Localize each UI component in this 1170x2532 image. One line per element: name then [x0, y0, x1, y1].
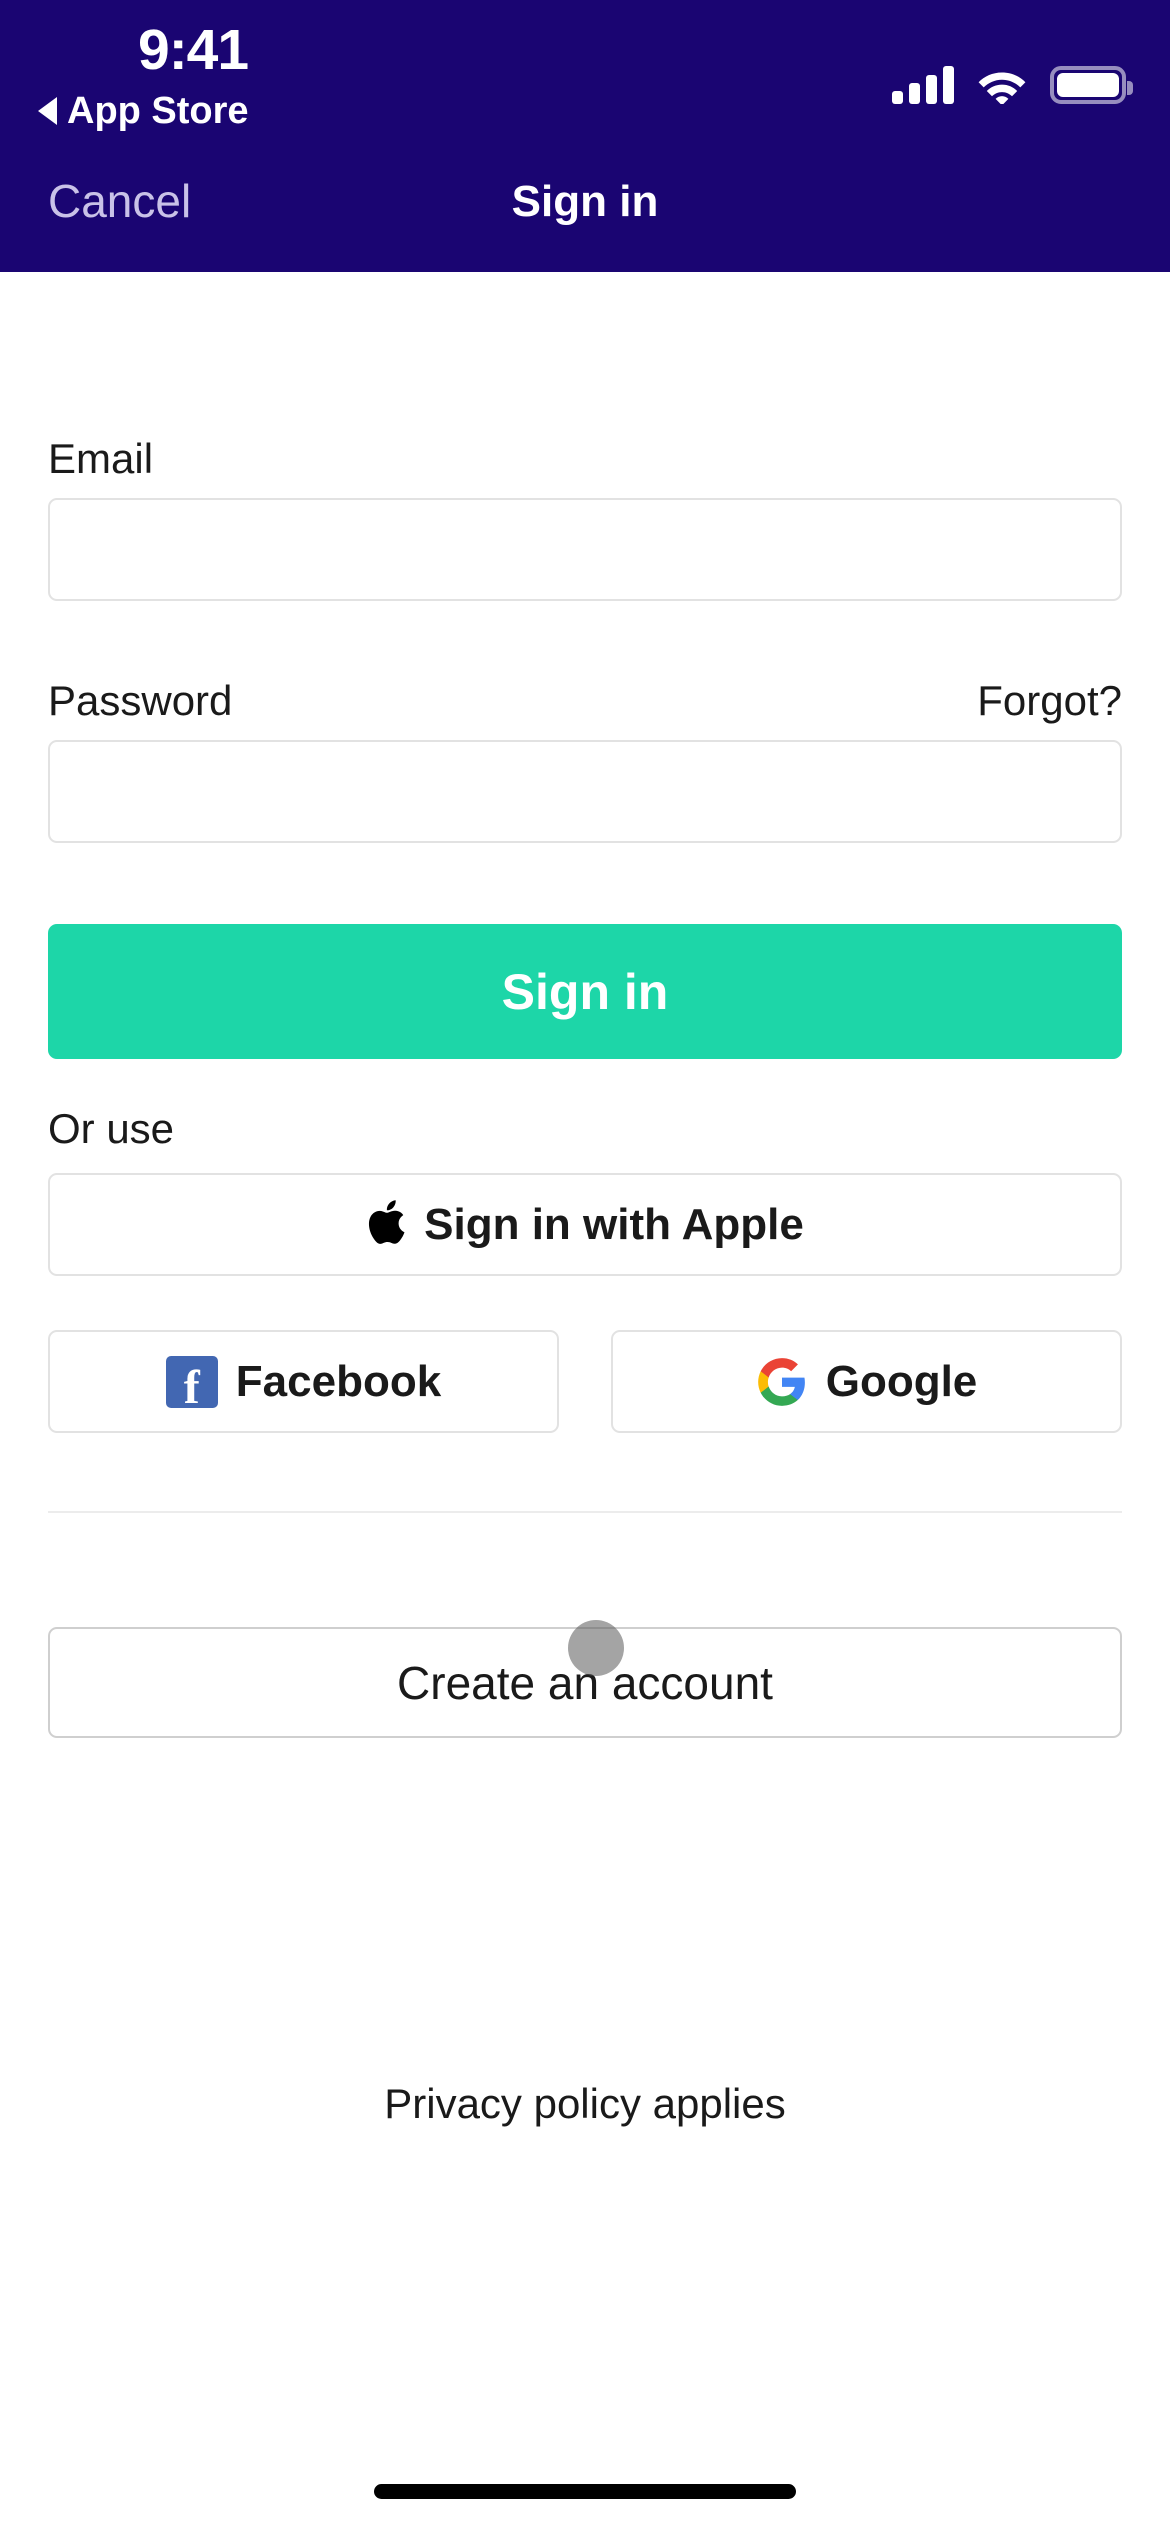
back-app-label: App Store [67, 90, 249, 132]
email-input[interactable] [50, 500, 1120, 599]
phone-screen: 9:41 App Store Cancel Sign in Email Pass… [0, 0, 1170, 2532]
sign-in-with-facebook-button[interactable]: Facebook [48, 1330, 559, 1433]
navy-header: 9:41 App Store Cancel Sign in [0, 0, 1170, 272]
navigation-bar: Cancel Sign in [0, 150, 1170, 272]
apple-button-label: Sign in with Apple [424, 1199, 804, 1249]
battery-full-icon [1050, 66, 1133, 104]
privacy-policy-note: Privacy policy applies [384, 2080, 786, 2127]
forgot-password-link[interactable]: Forgot? [977, 680, 1122, 722]
password-field[interactable] [48, 740, 1122, 843]
google-button-label: Google [825, 1356, 978, 1406]
back-to-app-store-button[interactable]: App Store [38, 92, 249, 130]
status-bar-icons [892, 50, 1133, 104]
sign-in-with-apple-button[interactable]: Sign in with Apple [48, 1173, 1122, 1276]
page-title: Sign in [511, 177, 659, 226]
or-use-label: Or use [48, 1105, 175, 1152]
email-label: Email [48, 435, 154, 482]
main-content: Email Password Forgot? Sign in Or use Si… [0, 272, 1170, 2532]
create-account-button[interactable]: Create an account [48, 1627, 1122, 1738]
status-bar: 9:41 App Store [0, 0, 1170, 150]
facebook-button-label: Facebook [235, 1356, 442, 1406]
apple-logo-icon [366, 1198, 406, 1246]
facebook-logo-icon [165, 1355, 218, 1412]
sign-in-with-google-button[interactable]: Google [611, 1330, 1122, 1433]
email-field[interactable] [48, 498, 1122, 601]
google-logo-icon [757, 1357, 805, 1406]
triangle-left-icon [38, 97, 57, 125]
home-indicator[interactable] [374, 2484, 796, 2499]
password-input[interactable] [50, 742, 1120, 841]
cellular-signal-icon [892, 66, 954, 104]
sign-in-button[interactable]: Sign in [48, 924, 1122, 1059]
password-label: Password [48, 677, 233, 724]
status-bar-time: 9:41 [138, 18, 249, 82]
wifi-icon [978, 72, 1026, 104]
section-divider [48, 1511, 1122, 1513]
